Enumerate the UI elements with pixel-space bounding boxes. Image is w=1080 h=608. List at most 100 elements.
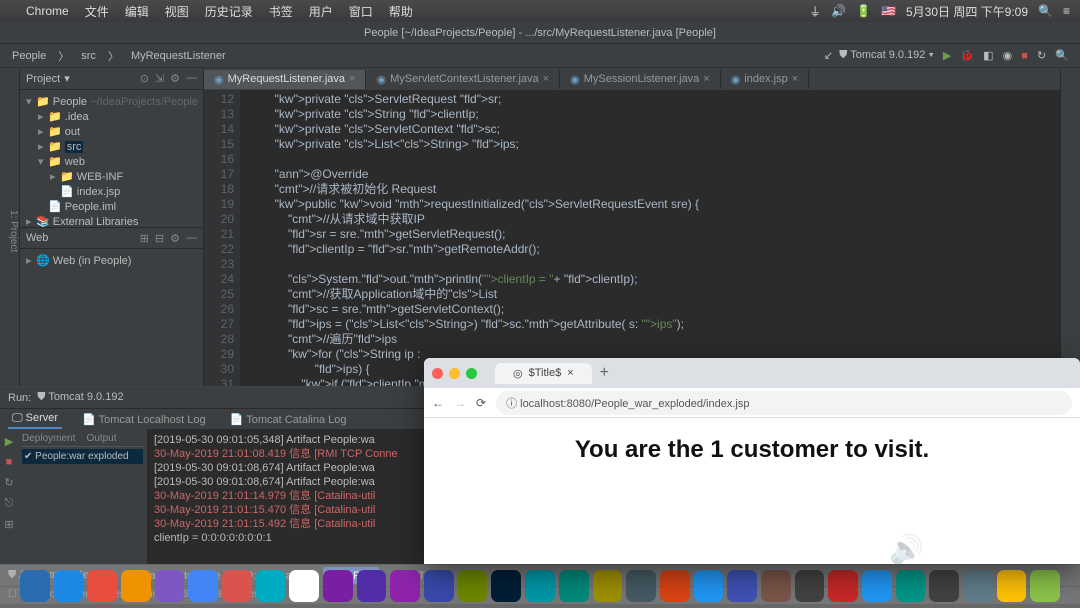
layout-icon[interactable]: ⊞ bbox=[4, 518, 13, 531]
left-tool-stripe[interactable]: 1: Project bbox=[0, 68, 20, 386]
menu-edit[interactable]: 编辑 bbox=[125, 3, 149, 20]
scroll-from-source-icon[interactable]: ⊙ bbox=[140, 72, 149, 85]
stop-icon[interactable]: ■ bbox=[1021, 50, 1028, 62]
open-browser-icon[interactable]: ⎋ bbox=[5, 497, 14, 510]
tree-item-src[interactable]: ▸📁 src bbox=[24, 139, 199, 154]
close-tab-icon[interactable]: × bbox=[703, 73, 709, 85]
dock-app-25[interactable] bbox=[862, 570, 892, 602]
dock-app-26[interactable] bbox=[896, 570, 926, 602]
breadcrumb-file[interactable]: MyRequestListener bbox=[127, 48, 230, 64]
editor-tab[interactable]: ◉MySessionListener.java × bbox=[560, 70, 721, 89]
menu-view[interactable]: 视图 bbox=[165, 3, 189, 20]
editor-tab[interactable]: ◉index.jsp × bbox=[721, 70, 809, 89]
reload-button[interactable]: ⟳ bbox=[476, 396, 486, 410]
dock-app-9[interactable] bbox=[323, 570, 353, 602]
collapse-all-icon[interactable]: ⊟ bbox=[155, 232, 164, 245]
dock-app-2[interactable] bbox=[87, 570, 117, 602]
dock-app-8[interactable] bbox=[289, 570, 319, 602]
build-icon[interactable]: ↙ bbox=[824, 49, 833, 62]
dock-app-29[interactable] bbox=[997, 570, 1027, 602]
breadcrumb-project[interactable]: People bbox=[8, 48, 50, 64]
menu-file[interactable]: 文件 bbox=[85, 3, 109, 20]
hide-icon[interactable]: — bbox=[186, 232, 197, 245]
collapse-all-icon[interactable]: ⇲ bbox=[155, 72, 164, 85]
volume-icon[interactable]: 🔊 bbox=[831, 4, 846, 18]
expand-all-icon[interactable]: ⊞ bbox=[140, 232, 149, 245]
menu-user[interactable]: 用户 bbox=[309, 3, 333, 20]
menu-bookmarks[interactable]: 书签 bbox=[269, 3, 293, 20]
dock-app-0[interactable] bbox=[20, 570, 50, 602]
tree-item--idea[interactable]: ▸📁 .idea bbox=[24, 109, 199, 124]
dock-app-19[interactable] bbox=[660, 570, 690, 602]
run-tab-localhost-log[interactable]: 📄 Tomcat Localhost Log bbox=[78, 411, 210, 428]
dock-app-13[interactable] bbox=[458, 570, 488, 602]
close-window-icon[interactable] bbox=[432, 368, 443, 379]
settings-icon[interactable]: ⚙ bbox=[170, 232, 180, 245]
menu-window[interactable]: 窗口 bbox=[349, 3, 373, 20]
zoom-window-icon[interactable] bbox=[466, 368, 477, 379]
tree-item-index-jsp[interactable]: 📄 index.jsp bbox=[24, 184, 199, 199]
right-tool-stripe[interactable] bbox=[1060, 68, 1080, 386]
notification-center-icon[interactable]: ≡ bbox=[1063, 4, 1070, 18]
run-icon[interactable]: ▶ bbox=[943, 50, 951, 62]
run-tab-server[interactable]: 🖵 Server bbox=[8, 410, 62, 429]
stop-icon[interactable]: ■ bbox=[6, 456, 13, 468]
dock-app-12[interactable] bbox=[424, 570, 454, 602]
dock-app-24[interactable] bbox=[828, 570, 858, 602]
profile-icon[interactable]: ◉ bbox=[1003, 50, 1013, 62]
tree-item-out[interactable]: ▸📁 out bbox=[24, 124, 199, 139]
close-tab-icon[interactable]: × bbox=[792, 73, 798, 85]
deployment-artifact[interactable]: ✔ People:war exploded bbox=[22, 449, 143, 464]
menu-history[interactable]: 历史记录 bbox=[205, 3, 253, 20]
tree-item-external-libraries[interactable]: ▸📚 External Libraries bbox=[24, 214, 199, 227]
run-config-selector[interactable]: ⛊ Tomcat 9.0.192 ▾ bbox=[839, 49, 934, 62]
dock-app-10[interactable] bbox=[357, 570, 387, 602]
coverage-icon[interactable]: ◧ bbox=[983, 50, 993, 62]
forward-button[interactable]: → bbox=[454, 396, 466, 410]
dock-app-21[interactable] bbox=[727, 570, 757, 602]
dock-app-14[interactable] bbox=[491, 570, 521, 602]
dock-app-3[interactable] bbox=[121, 570, 151, 602]
hide-icon[interactable]: — bbox=[186, 72, 197, 85]
dock-app-17[interactable] bbox=[593, 570, 623, 602]
dock-app-22[interactable] bbox=[761, 570, 791, 602]
app-name[interactable]: Chrome bbox=[26, 4, 69, 18]
menu-help[interactable]: 帮助 bbox=[389, 3, 413, 20]
editor-tab[interactable]: ◉MyServletContextListener.java × bbox=[366, 70, 560, 89]
dock-app-1[interactable] bbox=[54, 570, 84, 602]
dock-app-28[interactable] bbox=[963, 570, 993, 602]
redeploy-icon[interactable]: ↻ bbox=[4, 476, 13, 489]
tree-item-people-iml[interactable]: 📄 People.iml bbox=[24, 199, 199, 214]
dock-app-11[interactable] bbox=[390, 570, 420, 602]
rerun-icon[interactable]: ▶ bbox=[5, 435, 13, 448]
dock-app-5[interactable] bbox=[188, 570, 218, 602]
address-bar[interactable]: ⓘ localhost:8080/People_war_exploded/ind… bbox=[496, 391, 1072, 415]
spotlight-icon[interactable]: 🔍 bbox=[1038, 4, 1053, 18]
close-tab-icon[interactable]: × bbox=[567, 367, 573, 379]
dock-app-15[interactable] bbox=[525, 570, 555, 602]
new-tab-button[interactable]: + bbox=[600, 364, 609, 382]
tree-item-web-inf[interactable]: ▸📁 WEB-INF bbox=[24, 169, 199, 184]
input-source-icon[interactable]: 🇺🇸 bbox=[881, 4, 896, 18]
settings-icon[interactable]: ⚙ bbox=[170, 72, 180, 85]
debug-icon[interactable]: 🐞 bbox=[960, 50, 974, 62]
clock[interactable]: 5月30日 周四 下午9:09 bbox=[906, 3, 1028, 20]
close-tab-icon[interactable]: × bbox=[543, 73, 549, 85]
run-tab-catalina-log[interactable]: 📄 Tomcat Catalina Log bbox=[226, 411, 351, 428]
dock-app-23[interactable] bbox=[795, 570, 825, 602]
tree-item-web[interactable]: ▾📁 web bbox=[24, 154, 199, 169]
dock-app-20[interactable] bbox=[694, 570, 724, 602]
minimize-window-icon[interactable] bbox=[449, 368, 460, 379]
update-icon[interactable]: ↻ bbox=[1037, 50, 1046, 62]
browser-tab[interactable]: ◎ $Title$ × bbox=[495, 363, 592, 384]
wifi-icon[interactable]: ⏚ bbox=[809, 3, 821, 20]
project-view-selector[interactable]: Project bbox=[26, 73, 60, 85]
back-button[interactable]: ← bbox=[432, 396, 444, 410]
dock-app-27[interactable] bbox=[929, 570, 959, 602]
dock-app-4[interactable] bbox=[155, 570, 185, 602]
web-facet-item[interactable]: ▸🌐 Web (in People) bbox=[24, 253, 199, 268]
dock-app-7[interactable] bbox=[256, 570, 286, 602]
battery-icon[interactable]: 🔋 bbox=[856, 4, 871, 18]
breadcrumb-src[interactable]: src bbox=[77, 48, 100, 64]
dock-app-30[interactable] bbox=[1030, 570, 1060, 602]
